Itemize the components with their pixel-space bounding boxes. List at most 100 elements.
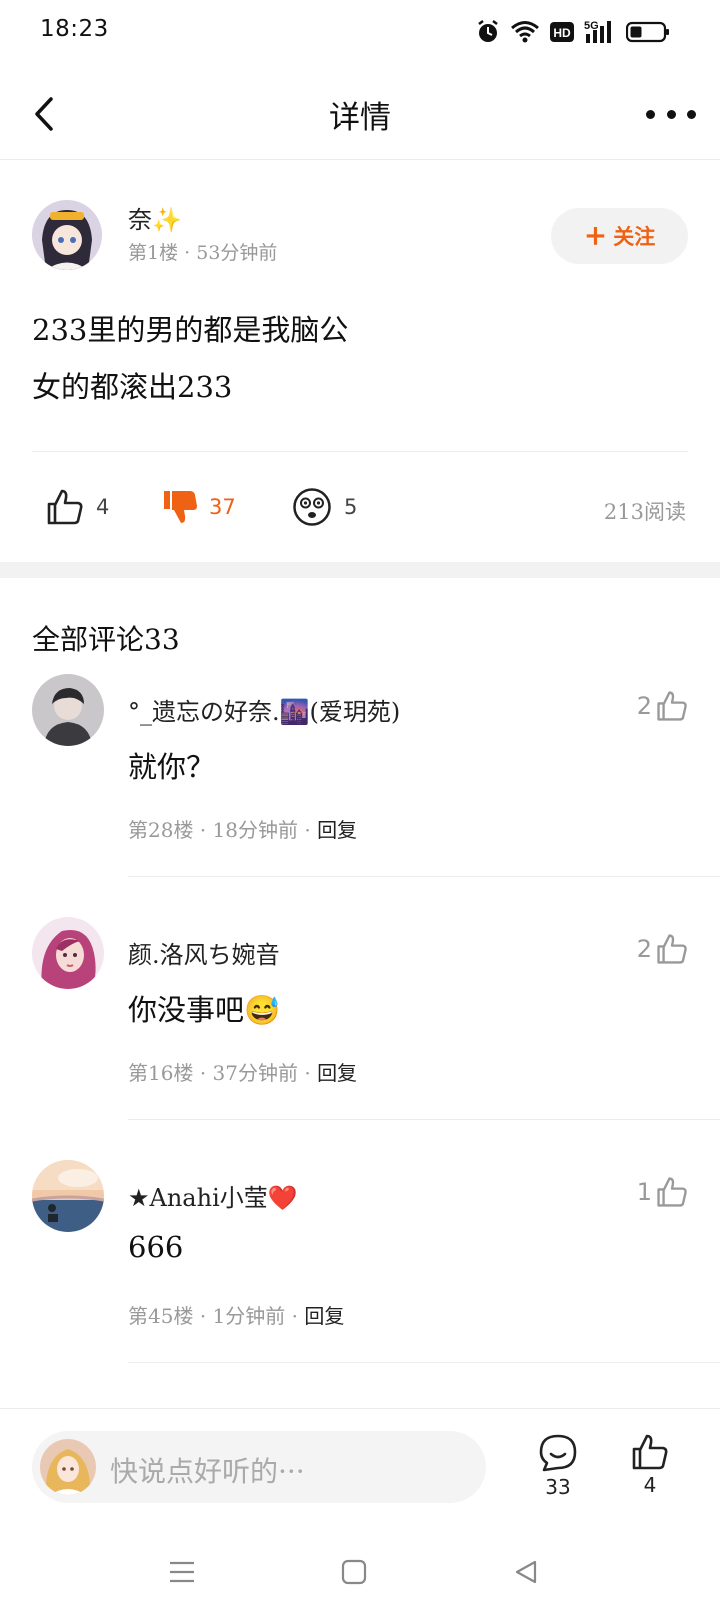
top-navigation-bar: 详情 [0, 70, 720, 160]
alarm-icon [478, 20, 498, 42]
follow-label: 关注 [613, 224, 656, 249]
thumbs-up-icon [47, 489, 83, 525]
more-icon [646, 109, 655, 119]
comment-meta: 第16楼 · 37分钟前 · 回复 [128, 1057, 357, 1086]
comment-meta: 第45楼 · 1分钟前 · 回复 [128, 1300, 344, 1329]
signal-icon: 5G [584, 20, 611, 43]
meta-separator: · [199, 818, 207, 842]
comment-floor: 第45楼 [128, 1304, 194, 1328]
comment-like-button[interactable]: 1 [637, 1176, 688, 1208]
comment-like-count: 2 [636, 935, 652, 963]
more-button[interactable] [646, 96, 696, 132]
meta-separator: · [291, 1304, 298, 1328]
meta-separator: · [199, 1061, 207, 1085]
avatar-image [32, 674, 104, 746]
comment-input[interactable]: 快说点好听的··· [32, 1431, 486, 1503]
commenter-name[interactable]: ★Anahi小莹❤️ [128, 1178, 298, 1213]
avatar-image [32, 917, 104, 989]
thumbs-up-icon [657, 691, 687, 721]
post-meta: 第1楼 · 53分钟前 [128, 238, 277, 265]
system-back-button[interactable] [504, 1550, 548, 1594]
reply-button[interactable]: 回复 [317, 1061, 357, 1085]
follow-button[interactable]: + 关注 [551, 208, 688, 264]
comment-input-placeholder: 快说点好听的··· [110, 1455, 305, 1488]
commenter-avatar[interactable] [32, 917, 104, 989]
comment-item: 颜.洛风ち婉音 2 你没事吧😅 第16楼 · 37分钟前 · 回复 [0, 917, 720, 1167]
comment-bubble-icon [539, 1434, 577, 1472]
plus-icon: + [583, 219, 608, 252]
battery-icon [626, 21, 669, 43]
more-icon-dot [687, 109, 696, 119]
recent-apps-button[interactable] [160, 1550, 204, 1594]
hd-icon: HD [550, 22, 574, 42]
status-bar: 18:23 HD 5G [0, 0, 720, 66]
back-triangle-icon [515, 1560, 537, 1584]
comment-text: 666 [128, 1230, 184, 1264]
comment-floor: 第16楼 [128, 1061, 194, 1085]
hd-label: HD [553, 26, 571, 40]
commenter-avatar[interactable] [32, 674, 104, 746]
status-time: 18:23 [40, 16, 109, 42]
like-total: 4 [643, 1473, 657, 1497]
status-icons: HD 5G [476, 18, 670, 46]
page-title: 详情 [329, 100, 391, 136]
comment-like-button[interactable]: 2 [637, 933, 688, 965]
comment-time: 1分钟前 [212, 1304, 286, 1328]
more-icon-dot [666, 109, 676, 119]
commenter-avatar[interactable] [32, 1160, 104, 1232]
commenter-name[interactable]: 颜.洛风ち婉音 [128, 935, 280, 970]
dislike-count: 37 [209, 495, 236, 519]
dislike-button[interactable]: 37 [163, 486, 236, 528]
comment-floor: 第28楼 [128, 818, 194, 842]
bottom-like-button[interactable]: 4 [620, 1433, 680, 1497]
thumbs-up-icon [657, 1177, 687, 1207]
like-button[interactable]: 4 [46, 486, 109, 528]
menu-icon [170, 1561, 194, 1583]
post-actions: 4 37 5 213阅读 [0, 452, 720, 560]
reply-button[interactable]: 回复 [317, 818, 357, 842]
post-time: 53分钟前 [196, 242, 278, 264]
comment-text: 就你？ [128, 750, 216, 784]
comment-time: 37分钟前 [212, 1061, 298, 1085]
avatar-image [32, 1160, 104, 1232]
post-content-line: 233里的男的都是我脑公 [32, 313, 349, 347]
system-navigation-bar [0, 1530, 720, 1612]
comment-item: °_遗忘の好奈.🌆(爱玥苑) 2 就你？ 第28楼 · 18分钟前 · 回复 [0, 674, 720, 924]
post-content: 233里的男的都是我脑公 女的都滚出233 [32, 302, 348, 416]
shocked-reaction-button[interactable]: 5 [292, 486, 357, 528]
comments-button[interactable]: 33 [528, 1433, 588, 1499]
meta-separator: · [304, 1061, 311, 1085]
meta-separator: · [304, 818, 311, 842]
post-content-line: 女的都滚出233 [32, 370, 233, 404]
reply-button[interactable]: 回复 [304, 1304, 344, 1328]
comment-total: 33 [545, 1475, 571, 1499]
commenter-name[interactable]: °_遗忘の好奈.🌆(爱玥苑) [128, 692, 400, 727]
thumbs-down-icon [164, 491, 197, 523]
comment-text: 你没事吧😅 [128, 993, 281, 1027]
comment-like-button[interactable]: 2 [637, 690, 688, 722]
wifi-icon [511, 21, 539, 43]
comment-like-count: 2 [636, 692, 652, 720]
meta-separator: · [184, 242, 191, 264]
post-card: 奈✨ 第1楼 · 53分钟前 + 关注 233里的男的都是我脑公 女的都滚出23… [0, 160, 720, 562]
post-author-avatar[interactable] [32, 200, 102, 270]
divider [128, 876, 720, 877]
divider [128, 1362, 720, 1363]
comment-item: ★Anahi小莹❤️ 1 666 第45楼 · 1分钟前 · 回复 [0, 1160, 720, 1410]
comment-time: 18分钟前 [212, 818, 298, 842]
thumbs-up-icon [632, 1434, 668, 1470]
my-avatar [40, 1439, 96, 1495]
home-square-icon [341, 1559, 367, 1585]
bottom-action-bar: 快说点好听的··· 33 4 [0, 1408, 720, 1504]
comment-like-count: 1 [636, 1178, 652, 1206]
shocked-face-icon [293, 488, 331, 526]
comment-meta: 第28楼 · 18分钟前 · 回复 [128, 814, 357, 843]
home-button[interactable] [332, 1550, 376, 1594]
meta-separator: · [199, 1304, 207, 1328]
section-separator [0, 562, 720, 578]
divider [128, 1119, 720, 1120]
thumbs-up-icon [657, 934, 687, 964]
avatar-image [40, 1439, 96, 1495]
post-author-name[interactable]: 奈✨ [128, 200, 182, 235]
shocked-count: 5 [344, 495, 358, 519]
